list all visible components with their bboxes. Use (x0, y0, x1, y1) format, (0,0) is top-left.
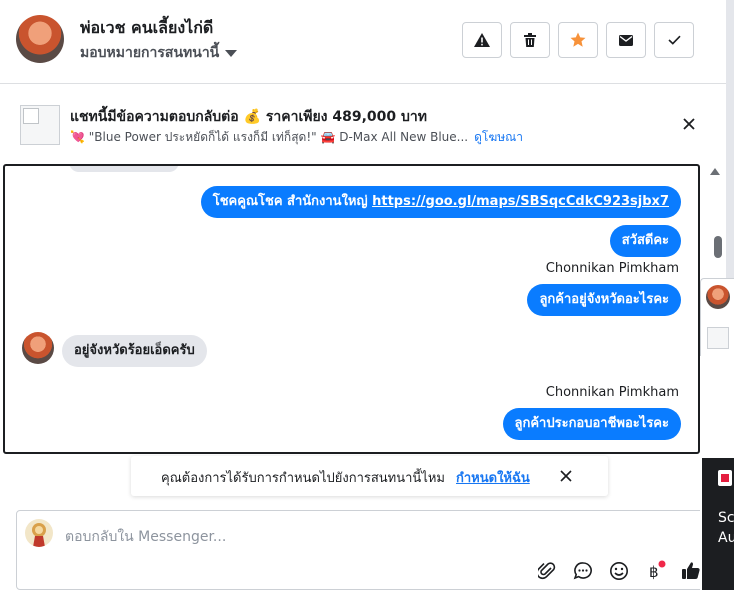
like-icon (682, 562, 700, 579)
message-bubble-incoming[interactable]: อยู่จังหวัดร้อยเอ็ดครับ (62, 335, 207, 367)
message-bubble-outgoing[interactable]: ลูกค้าอยู่จังหวัดอะไรคะ (527, 284, 681, 316)
floating-chat-panel: Scr Au (700, 278, 734, 590)
assign-dropdown[interactable]: มอบหมายการสนทนานี้ (80, 42, 238, 64)
message-bubble-outgoing[interactable]: โชคคูณโชค สำนักงานใหญ่ https://goo.gl/ma… (200, 186, 681, 218)
payment-icon: ฿ (649, 560, 666, 581)
trash-icon (524, 33, 536, 47)
caret-down-icon (225, 49, 238, 57)
ad-thumbnail[interactable] (20, 105, 60, 145)
ad-title: แชทนี้มีข้อความตอบกลับต่อ 💰 ราคาเพียง 48… (70, 109, 428, 125)
sender-name: Chonnikan Pimkham (545, 261, 679, 276)
message-text: ลูกค้าประกอบอาชีพอะไรคะ (514, 416, 669, 431)
conversation-header: พ่อเวช คนเลี้ยงไก่ดี มอบหมายการสนทนานี้ (0, 0, 726, 84)
ad-subtitle-text: 💘 "Blue Power ประหยัดก็ได้ แรงก็มี เท่ก็… (70, 130, 469, 144)
screen-share-popup[interactable]: Scr Au (702, 458, 734, 590)
close-icon[interactable] (558, 468, 574, 484)
payment-button[interactable]: ฿ (643, 559, 667, 583)
saved-replies-icon (573, 562, 592, 580)
message-text: โชคคูณโชค สำนักงานใหญ่ (212, 194, 373, 209)
scrollbar-thumb[interactable] (714, 236, 722, 258)
message-text: ลูกค้าอยู่จังหวัดอะไรคะ (539, 292, 669, 307)
previous-message-stub (69, 166, 179, 172)
mini-chat-head[interactable] (700, 278, 734, 356)
contact-name[interactable]: พ่อเวช คนเลี้ยงไก่ดี (80, 16, 213, 41)
emoji-button[interactable] (607, 559, 631, 583)
message-input[interactable]: ตอบกลับใน Messenger... (65, 526, 226, 548)
popup-text-line1: Scr (718, 510, 734, 526)
paperclip-icon (538, 562, 556, 580)
message-text: สวัสดีคะ (621, 233, 669, 248)
popup-text-line2: Au (718, 530, 734, 546)
close-icon[interactable] (680, 115, 698, 133)
view-ad-link[interactable]: ดูโฆษณา (474, 130, 523, 144)
sender-name: Chonnikan Pimkham (545, 385, 679, 400)
message-bubble-outgoing[interactable]: สวัสดีคะ (609, 225, 681, 257)
emoji-icon (610, 562, 628, 580)
spam-button[interactable] (462, 22, 502, 58)
assign-label: มอบหมายการสนทนานี้ (80, 45, 220, 61)
warning-triangle-icon (474, 33, 490, 47)
maps-link[interactable]: https://goo.gl/maps/SBSqcCdkC923sjbx7 (372, 194, 669, 209)
check-icon (667, 35, 681, 45)
contact-avatar[interactable] (16, 15, 64, 63)
star-button[interactable] (558, 22, 598, 58)
reply-composer: ตอบกลับใน Messenger... ฿ (16, 510, 706, 590)
delete-button[interactable] (510, 22, 550, 58)
mini-chat-thumbnail (707, 327, 729, 349)
message-thread[interactable]: โชคคูณโชค สำนักงานใหญ่ https://goo.gl/ma… (3, 164, 700, 454)
assign-to-me-link[interactable]: กำหนดให้ฉัน (456, 467, 530, 488)
message-text: อยู่จังหวัดร้อยเอ็ดครับ (74, 343, 195, 358)
mark-done-button[interactable] (654, 22, 694, 58)
mini-chat-avatar (706, 285, 730, 309)
attach-button[interactable] (535, 559, 559, 583)
assign-prompt-text: คุณต้องการได้รับการกำหนดไปยังการสนทนานี้… (161, 471, 445, 486)
extension-icon (718, 470, 732, 486)
contact-avatar-small (22, 332, 54, 364)
scroll-up-arrow[interactable] (710, 168, 720, 175)
message-bubble-outgoing[interactable]: ลูกค้าประกอบอาชีพอะไรคะ (502, 408, 681, 440)
svg-text:฿: ฿ (649, 563, 659, 581)
ad-subtitle: 💘 "Blue Power ประหยัดก็ได้ แรงก็มี เท่ก็… (70, 128, 523, 147)
assign-prompt: คุณต้องการได้รับการกำหนดไปยังการสนทนานี้… (131, 456, 608, 496)
page-avatar (25, 519, 53, 547)
star-icon (570, 32, 586, 47)
ad-context-bar: แชทนี้มีข้อความตอบกลับต่อ 💰 ราคาเพียง 48… (0, 85, 726, 163)
envelope-icon (619, 34, 633, 46)
saved-replies-button[interactable] (571, 559, 595, 583)
mark-unread-button[interactable] (606, 22, 646, 58)
